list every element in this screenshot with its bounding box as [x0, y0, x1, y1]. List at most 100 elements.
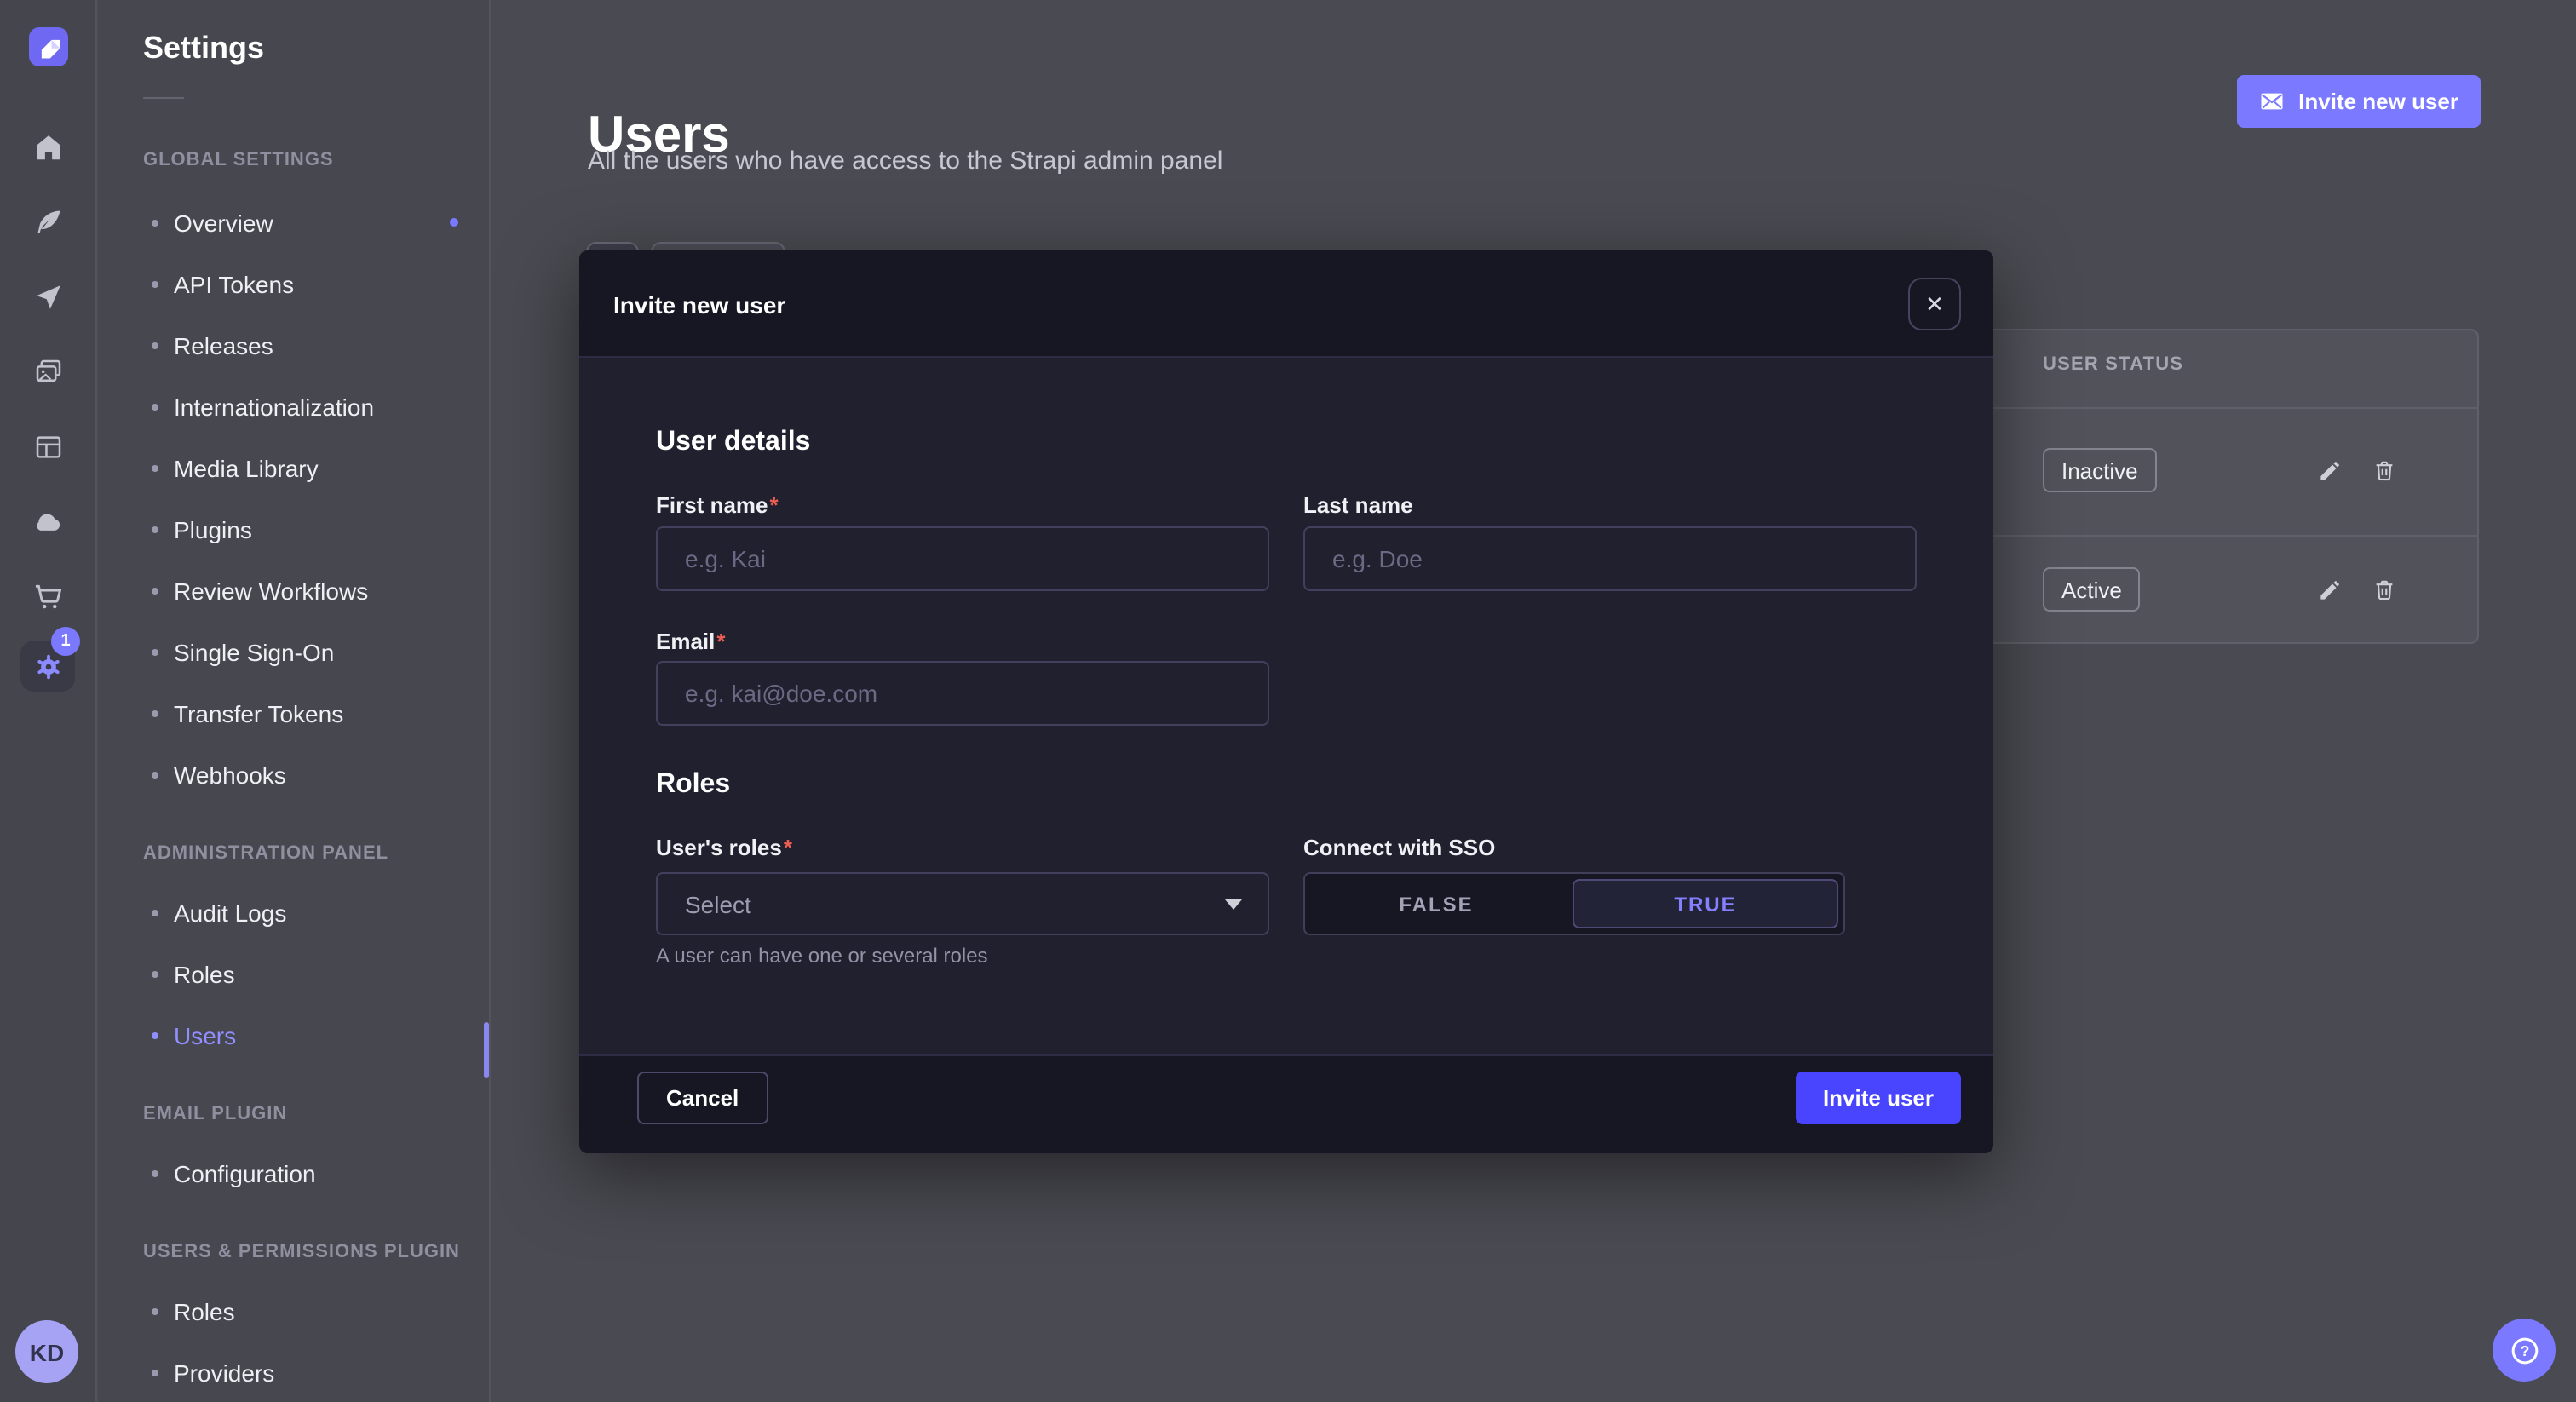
bullet-icon	[152, 588, 158, 595]
first-name-label: First name*	[656, 492, 779, 518]
users-roles-label-text: User's roles	[656, 835, 782, 860]
media-library-icon[interactable]	[0, 354, 95, 388]
sidebar-item-label: Configuration	[174, 1160, 316, 1187]
sidebar-item-label: Audit Logs	[174, 899, 286, 927]
close-icon: ✕	[1925, 290, 1944, 318]
edit-pencil-icon[interactable]	[2312, 572, 2346, 606]
roles-select[interactable]: Select	[656, 872, 1269, 935]
help-button[interactable]: ?	[2493, 1319, 2556, 1382]
bullet-icon	[152, 220, 158, 227]
bullet-icon	[152, 910, 158, 916]
envelope-icon	[2259, 89, 2285, 114]
connect-sso-label-text: Connect with SSO	[1303, 835, 1495, 860]
sidebar-item-label: Providers	[174, 1359, 274, 1387]
invite-new-user-button[interactable]: Invite new user	[2237, 75, 2481, 128]
status-badge-active: Active	[2043, 567, 2141, 612]
strapi-logo-icon	[30, 28, 67, 66]
sidebar-scrollbar-thumb[interactable]	[484, 1022, 489, 1078]
section-header-email-plugin: EMAIL PLUGIN	[143, 1104, 489, 1126]
modal-title: Invite new user	[613, 291, 785, 319]
section-header-administration-panel: ADMINISTRATION PANEL	[143, 843, 489, 865]
home-icon[interactable]	[0, 129, 95, 164]
help-question-icon: ?	[2507, 1333, 2541, 1367]
sidebar-item-api-tokens[interactable]: API Tokens	[143, 254, 489, 315]
bullet-icon	[152, 971, 158, 978]
sidebar-item-review-workflows[interactable]: Review Workflows	[143, 560, 489, 622]
invite-user-submit-button[interactable]: Invite user	[1796, 1072, 1961, 1124]
sidebar-item-label: Releases	[174, 332, 273, 359]
sidebar-title: Settings	[143, 31, 489, 66]
sidebar-item-email-configuration[interactable]: Configuration	[143, 1143, 489, 1204]
bullet-icon	[152, 404, 158, 411]
users-roles-label: User's roles*	[656, 835, 792, 860]
sidebar-item-label: Plugins	[174, 516, 252, 543]
sidebar-item-providers[interactable]: Providers	[143, 1342, 489, 1402]
marketplace-cart-icon[interactable]	[0, 579, 95, 613]
sidebar-item-label: Transfer Tokens	[174, 700, 343, 727]
bullet-icon	[152, 772, 158, 779]
bullet-icon	[152, 465, 158, 472]
bullet-icon	[152, 649, 158, 656]
bullet-icon	[152, 281, 158, 288]
last-name-input[interactable]	[1303, 526, 1917, 591]
sidebar-item-label: Roles	[174, 961, 235, 988]
required-asterisk: *	[770, 492, 779, 518]
user-avatar[interactable]: KD	[15, 1320, 78, 1383]
section-header-users-permissions-plugin: USERS & PERMISSIONS PLUGIN	[143, 1242, 489, 1264]
column-header-user-status: USER STATUS	[2043, 354, 2183, 375]
sidebar-item-label: Roles	[174, 1298, 235, 1325]
sidebar-item-webhooks[interactable]: Webhooks	[143, 744, 489, 806]
modal-header: Invite new user ✕	[579, 250, 1993, 358]
sidebar-item-label: Webhooks	[174, 761, 286, 789]
email-input[interactable]	[656, 661, 1269, 726]
icon-rail: 1 KD	[0, 0, 97, 1402]
last-name-label-text: Last name	[1303, 492, 1413, 518]
sidebar-item-overview[interactable]: Overview	[143, 192, 489, 254]
sso-toggle: FALSE TRUE	[1303, 872, 1845, 935]
sidebar-item-label: Review Workflows	[174, 577, 368, 605]
delete-trash-icon[interactable]	[2366, 453, 2401, 487]
bullet-icon	[152, 1170, 158, 1177]
invite-new-user-label: Invite new user	[2298, 89, 2458, 114]
sidebar-item-label: Internationalization	[174, 394, 374, 421]
sidebar-item-label: Media Library	[174, 455, 319, 482]
sidebar-item-media-library[interactable]: Media Library	[143, 438, 489, 499]
bullet-icon	[152, 526, 158, 533]
sidebar-item-releases[interactable]: Releases	[143, 315, 489, 376]
status-badge-inactive: Inactive	[2043, 448, 2157, 492]
settings-sidebar: Settings GLOBAL SETTINGS Overview API To…	[99, 0, 491, 1402]
roles-heading: Roles	[656, 770, 730, 801]
content-manager-icon[interactable]	[0, 429, 95, 463]
cancel-button[interactable]: Cancel	[637, 1072, 768, 1124]
cloud-icon[interactable]	[0, 504, 95, 538]
edit-pencil-icon[interactable]	[2312, 453, 2346, 487]
gear-icon	[32, 650, 64, 682]
sidebar-item-audit-logs[interactable]: Audit Logs	[143, 882, 489, 944]
sidebar-item-admin-roles[interactable]: Roles	[143, 944, 489, 1005]
sidebar-item-internationalization[interactable]: Internationalization	[143, 376, 489, 438]
svg-text:?: ?	[2520, 1342, 2529, 1359]
sso-option-false[interactable]: FALSE	[1305, 874, 1567, 934]
settings-notification-badge: 1	[51, 627, 80, 656]
sso-option-true[interactable]: TRUE	[1573, 879, 1838, 928]
first-name-input[interactable]	[656, 526, 1269, 591]
strapi-logo[interactable]	[29, 27, 68, 66]
user-details-heading: User details	[656, 428, 810, 458]
send-icon[interactable]	[0, 279, 95, 313]
chevron-down-icon	[1225, 899, 1242, 910]
sidebar-item-up-roles[interactable]: Roles	[143, 1281, 489, 1342]
email-label-text: Email	[656, 629, 715, 654]
content-type-builder-icon[interactable]	[0, 204, 95, 238]
sidebar-item-transfer-tokens[interactable]: Transfer Tokens	[143, 683, 489, 744]
roles-select-value: Select	[685, 890, 751, 917]
sidebar-item-label: Users	[174, 1022, 236, 1049]
sidebar-item-plugins[interactable]: Plugins	[143, 499, 489, 560]
close-button[interactable]: ✕	[1908, 278, 1961, 330]
email-label: Email*	[656, 629, 726, 654]
delete-trash-icon[interactable]	[2366, 572, 2401, 606]
sidebar-item-single-sign-on[interactable]: Single Sign-On	[143, 622, 489, 683]
sidebar-item-users-active[interactable]: Users	[143, 1005, 489, 1066]
bullet-icon	[152, 1308, 158, 1315]
first-name-label-text: First name	[656, 492, 768, 518]
bullet-icon	[152, 710, 158, 717]
